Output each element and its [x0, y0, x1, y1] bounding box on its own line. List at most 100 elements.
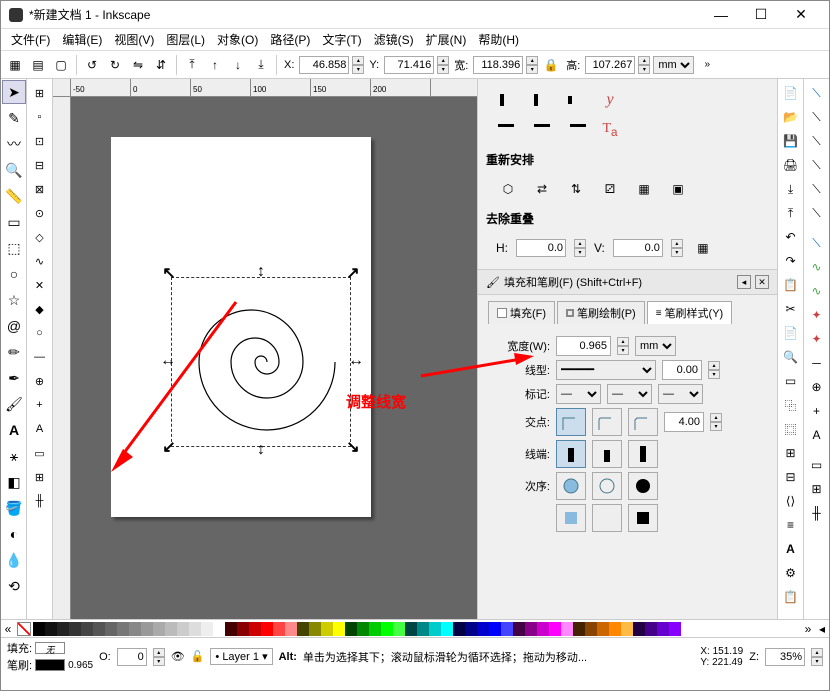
y-input[interactable]: [384, 56, 434, 74]
menu-path[interactable]: 路径(P): [264, 29, 316, 50]
select-layers-icon[interactable]: ▤: [28, 55, 48, 75]
more-options-icon[interactable]: »: [697, 55, 717, 75]
text-align-2[interactable]: [530, 89, 554, 111]
color-swatch[interactable]: [621, 622, 633, 636]
color-swatch[interactable]: [561, 622, 573, 636]
color-swatch[interactable]: [597, 622, 609, 636]
rotate-cw-icon[interactable]: ↻: [105, 55, 125, 75]
minimize-button[interactable]: —: [701, 1, 741, 29]
menu-edit[interactable]: 编辑(E): [56, 29, 108, 50]
snap-r18-icon[interactable]: ╫: [806, 502, 828, 524]
select-all-icon[interactable]: ▦: [5, 55, 25, 75]
color-swatch[interactable]: [465, 622, 477, 636]
order-2-icon[interactable]: [592, 472, 622, 500]
dialog-min-icon[interactable]: ◂: [737, 275, 751, 289]
tweak-tool[interactable]: 〰: [2, 132, 26, 156]
text-align-7[interactable]: [564, 119, 588, 141]
redo-icon[interactable]: ↷: [780, 250, 802, 272]
graph-icon[interactable]: ⬡: [496, 178, 520, 200]
text-align-8[interactable]: Ta: [598, 119, 622, 141]
align-dialog-icon[interactable]: ≡: [780, 514, 802, 536]
snap-line-mid-icon[interactable]: —: [29, 346, 51, 368]
new-doc-icon[interactable]: 📄: [780, 82, 802, 104]
snap-r5-icon[interactable]: ⟍: [806, 178, 828, 200]
snap-r3-icon[interactable]: ⟍: [806, 130, 828, 152]
color-swatch[interactable]: [93, 622, 105, 636]
color-swatch[interactable]: [297, 622, 309, 636]
color-swatch[interactable]: [249, 622, 261, 636]
color-swatch[interactable]: [261, 622, 273, 636]
lock-icon[interactable]: 🔓: [191, 650, 205, 663]
color-swatch[interactable]: [57, 622, 69, 636]
order-1-icon[interactable]: [556, 472, 586, 500]
color-swatch[interactable]: [333, 622, 345, 636]
selector-tool[interactable]: ➤: [2, 80, 26, 104]
h-input[interactable]: [585, 56, 635, 74]
snap-r4-icon[interactable]: ⟍: [806, 154, 828, 176]
group-icon[interactable]: ⊞: [780, 442, 802, 464]
snap-r2-icon[interactable]: ⟍: [806, 106, 828, 128]
color-swatch[interactable]: [213, 622, 225, 636]
menu-object[interactable]: 对象(O): [211, 29, 264, 50]
handle-e[interactable]: ↔: [348, 355, 362, 369]
snap-edge-icon[interactable]: ⊡: [29, 130, 51, 152]
xml-icon[interactable]: ⟨⟩: [780, 490, 802, 512]
color-swatch[interactable]: [237, 622, 249, 636]
opacity-input[interactable]: [117, 648, 147, 666]
y-spinner[interactable]: ▴▾: [437, 56, 449, 74]
menu-file[interactable]: 文件(F): [5, 29, 56, 50]
layer-selector[interactable]: • Layer 1 ▾: [210, 648, 272, 665]
snap-grid-icon[interactable]: ⊞: [29, 466, 51, 488]
apply-remove-overlap[interactable]: ▦: [691, 237, 715, 259]
stroke-width-input[interactable]: [556, 336, 611, 356]
order-6-icon[interactable]: [628, 504, 658, 532]
color-swatch[interactable]: [153, 622, 165, 636]
close-button[interactable]: ✕: [781, 1, 821, 29]
handle-nw[interactable]: ↖: [162, 268, 176, 282]
lock-aspect-icon[interactable]: 🔒: [541, 55, 561, 75]
snap-r10-icon[interactable]: ✦: [806, 304, 828, 326]
circle-tool[interactable]: ○: [2, 262, 26, 286]
menu-filter[interactable]: 滤镜(S): [368, 29, 420, 50]
lower-bottom-icon[interactable]: ⤓: [251, 55, 271, 75]
color-swatch[interactable]: [549, 622, 561, 636]
color-swatch[interactable]: [585, 622, 597, 636]
color-swatch[interactable]: [345, 622, 357, 636]
zoom-input[interactable]: [765, 648, 805, 666]
width-unit-select[interactable]: mm: [635, 336, 676, 356]
opacity-spin[interactable]: ▴▾: [153, 648, 165, 666]
width-spin[interactable]: ▴▾: [617, 337, 629, 355]
palette-menu[interactable]: ◂: [815, 622, 829, 636]
text-align-3[interactable]: [564, 89, 588, 111]
snap-midpoint-icon[interactable]: ⊠: [29, 178, 51, 200]
color-swatch[interactable]: [441, 622, 453, 636]
color-swatch[interactable]: [273, 622, 285, 636]
gradient-tool[interactable]: ◐: [2, 522, 26, 546]
snap-smooth-icon[interactable]: ○: [29, 322, 51, 344]
color-swatch[interactable]: [405, 622, 417, 636]
maximize-button[interactable]: ☐: [741, 1, 781, 29]
prefs-icon[interactable]: ⚙: [780, 562, 802, 584]
palette-next[interactable]: »: [801, 622, 815, 636]
lower-icon[interactable]: ↓: [228, 55, 248, 75]
text-tool[interactable]: A: [2, 418, 26, 442]
menu-view[interactable]: 视图(V): [108, 29, 160, 50]
join-round-icon[interactable]: [592, 408, 622, 436]
snap-r17-icon[interactable]: ⊞: [806, 478, 828, 500]
color-swatch[interactable]: [537, 622, 549, 636]
snap-guide-icon[interactable]: ╫: [29, 490, 51, 512]
zoom-page-icon[interactable]: ▭: [780, 370, 802, 392]
snap-r14-icon[interactable]: +: [806, 400, 828, 422]
marker-mid[interactable]: —: [607, 384, 652, 404]
flip-v-icon[interactable]: ⇵: [151, 55, 171, 75]
measure-tool[interactable]: 📏: [2, 184, 26, 208]
fill-tool[interactable]: 🪣: [2, 496, 26, 520]
snap-node-icon[interactable]: ◇: [29, 226, 51, 248]
color-swatch[interactable]: [525, 622, 537, 636]
handle-w[interactable]: ↔: [160, 355, 174, 369]
color-swatch[interactable]: [501, 622, 513, 636]
snap-r9-icon[interactable]: ∿: [806, 280, 828, 302]
snap-r6-icon[interactable]: ⟍: [806, 202, 828, 224]
doc-prefs-icon[interactable]: 📋: [780, 586, 802, 608]
zoom-spin[interactable]: ▴▾: [811, 648, 823, 666]
